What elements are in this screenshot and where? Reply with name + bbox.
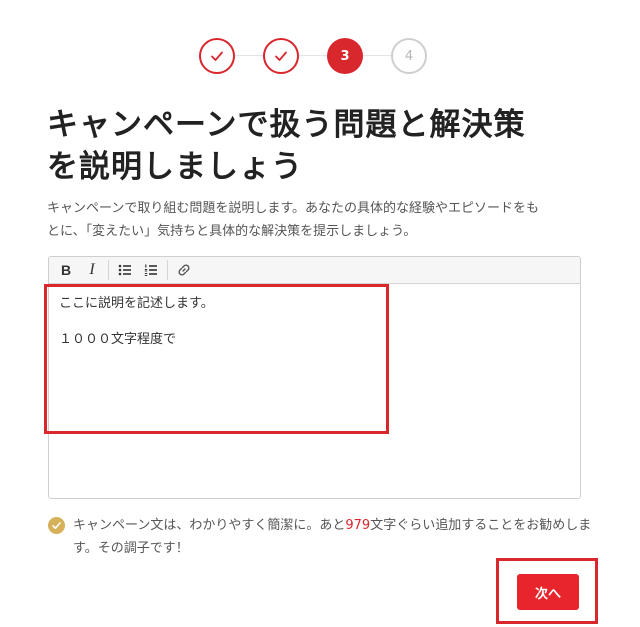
numbered-list-button[interactable] — [138, 257, 164, 283]
stepper-connector — [299, 55, 327, 56]
page-title-line-2: を説明しましょう — [47, 149, 303, 185]
stepper-connector — [363, 55, 392, 56]
editor-text-line: ここに説明を記述します。 — [59, 296, 214, 311]
next-button[interactable]: 次へ — [517, 574, 579, 610]
step-number: 3 — [340, 48, 350, 64]
page-title: キャンペーンで扱う問題と解決策 を説明しましょう — [47, 104, 607, 188]
step-3-current: 3 — [327, 38, 363, 74]
writing-hint: キャンペーン文は、わかりやすく簡潔に。あと979文字ぐらい追加することをお勧めし… — [48, 514, 608, 560]
check-icon — [211, 51, 223, 61]
step-number: 4 — [404, 48, 414, 64]
editor-blank-line — [59, 315, 570, 329]
link-icon — [178, 264, 190, 276]
rich-text-editor: B I ここに説明を記述します。 １０００文字程度で — [48, 256, 581, 499]
step-4-upcoming: 4 — [391, 38, 427, 74]
link-button[interactable] — [171, 257, 197, 283]
stepper-connector — [235, 55, 264, 56]
hint-text-before: キャンペーン文は、わかりやすく簡潔に。あと — [73, 518, 346, 533]
description-line-2: とに、「変えたい」気持ちと具体的な解決策を提示しましょう。 — [47, 224, 417, 239]
step-1-completed[interactable] — [199, 38, 235, 74]
bullet-list-button[interactable] — [112, 257, 138, 283]
toolbar-divider — [167, 260, 168, 280]
numbered-list-icon — [144, 264, 157, 276]
italic-button[interactable]: I — [79, 257, 105, 283]
editor-content-area[interactable]: ここに説明を記述します。 １０００文字程度で — [49, 284, 580, 360]
page-description: キャンペーンで取り組む問題を説明します。あなたの具体的な経験やエピソードをも と… — [47, 197, 587, 243]
remaining-character-count: 979 — [345, 518, 371, 533]
editor-toolbar: B I — [49, 257, 580, 284]
check-circle-icon — [48, 517, 65, 534]
hint-text: キャンペーン文は、わかりやすく簡潔に。あと979文字ぐらい追加することをお勧めし… — [73, 514, 608, 560]
editor-text-line: １０００文字程度で — [59, 332, 177, 347]
page-title-line-1: キャンペーンで扱う問題と解決策 — [47, 107, 526, 143]
step-2-completed[interactable] — [263, 38, 299, 74]
bold-button[interactable]: B — [53, 257, 79, 283]
toolbar-divider — [108, 260, 109, 280]
bullet-list-icon — [118, 264, 131, 276]
description-line-1: キャンペーンで取り組む問題を説明します。あなたの具体的な経験やエピソードをも — [47, 201, 540, 216]
progress-stepper: 3 4 — [0, 38, 640, 74]
check-icon — [275, 51, 287, 61]
